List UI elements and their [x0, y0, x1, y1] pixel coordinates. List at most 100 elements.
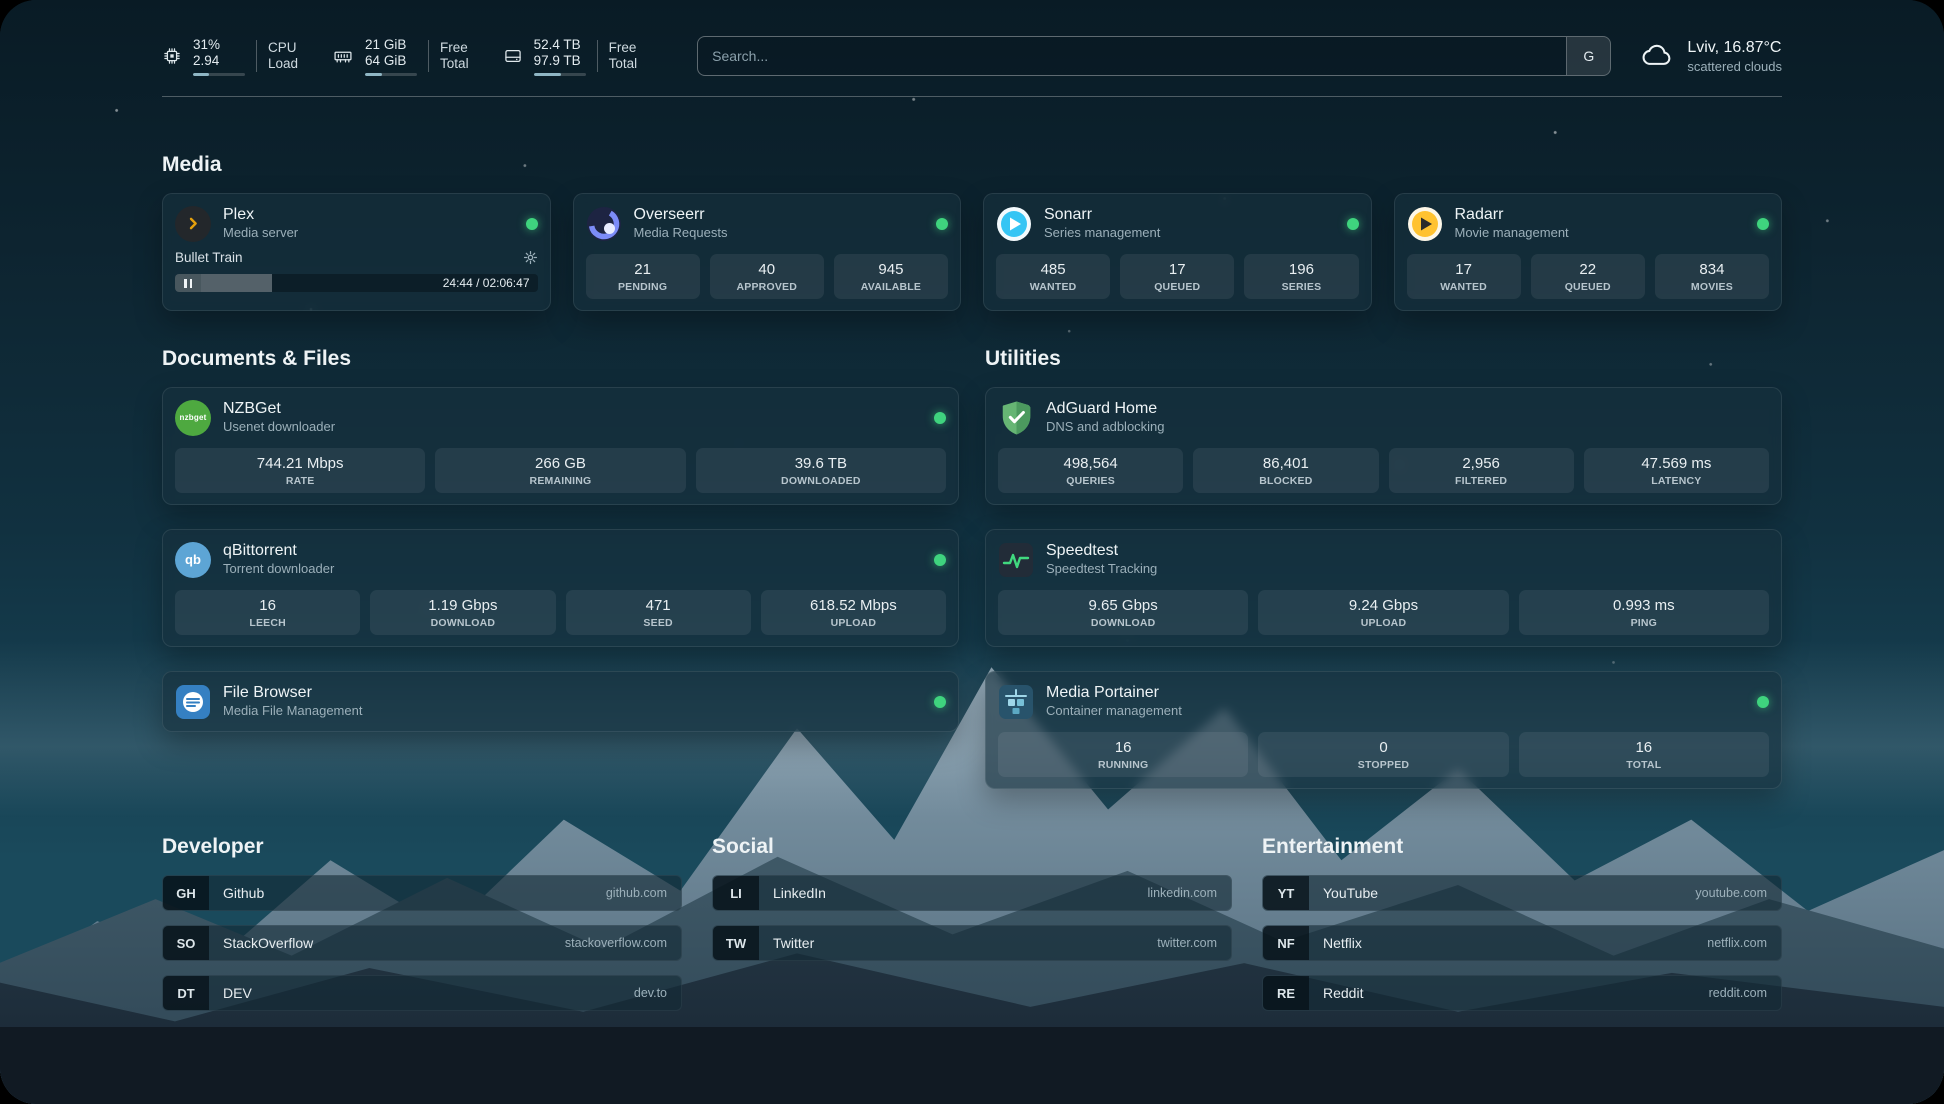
memory-total-value: 64 GiB: [365, 53, 417, 69]
disk-total-value: 97.9 TB: [534, 53, 586, 69]
section-title-media: Media: [162, 153, 1782, 177]
bookmark-group-developer: Developer GH Github github.com SO StackO…: [162, 835, 682, 1025]
filebrowser-card[interactable]: File Browser Media File Management: [162, 671, 959, 732]
service-name: AdGuard Home: [1046, 399, 1165, 418]
service-subtitle: Container management: [1046, 703, 1182, 720]
disk-free-value: 52.4 TB: [534, 37, 586, 53]
stat-download: 9.65 Gbps DOWNLOAD: [998, 590, 1248, 635]
status-dot-online: [1347, 218, 1359, 230]
stat-queued: 22 QUEUED: [1531, 254, 1645, 299]
bookmark-domain: linkedin.com: [1148, 886, 1217, 900]
nzbget-card[interactable]: nzbget NZBGet Usenet downloader 744.21 M…: [162, 387, 959, 505]
plex-icon: [175, 206, 211, 242]
service-subtitle: Usenet downloader: [223, 419, 335, 436]
memory-progress-bar: [365, 73, 417, 76]
bookmark-name: Reddit: [1323, 985, 1363, 1001]
dashboard-page: 31% 2.94 CPU Load 2: [0, 0, 1944, 1104]
nzbget-icon: nzbget: [175, 400, 211, 436]
adguard-card[interactable]: AdGuard Home DNS and adblocking 498,564 …: [985, 387, 1782, 505]
cpu-progress-bar: [193, 73, 245, 76]
memory-icon: [332, 46, 354, 66]
stat-blocked: 86,401 BLOCKED: [1193, 448, 1378, 493]
disk-label-top: Free: [609, 40, 638, 56]
memory-label-bottom: Total: [440, 56, 469, 72]
service-name: Media Portainer: [1046, 683, 1182, 702]
service-subtitle: Torrent downloader: [223, 561, 334, 578]
cpu-label-top: CPU: [268, 40, 298, 56]
bookmark-name: DEV: [223, 985, 252, 1001]
topbar-divider: [162, 96, 1782, 97]
service-subtitle: Series management: [1044, 225, 1160, 242]
playback-progress-fill: [201, 274, 272, 292]
stat-pending: 21 PENDING: [586, 254, 700, 299]
bookmark-name: Netflix: [1323, 935, 1362, 951]
service-name: NZBGet: [223, 399, 335, 418]
bookmark-abbr: TW: [713, 926, 759, 960]
gear-icon[interactable]: [523, 250, 538, 265]
bookmark-name: Twitter: [773, 935, 814, 951]
service-subtitle: Media server: [223, 225, 298, 242]
stat-latency: 47.569 ms LATENCY: [1584, 448, 1769, 493]
stat-upload: 618.52 Mbps UPLOAD: [761, 590, 946, 635]
stat-wanted: 485 WANTED: [996, 254, 1110, 299]
utilities-section: Utilities AdGuard Home DNS and: [985, 347, 1782, 789]
cpu-usage-value: 31%: [193, 37, 245, 53]
stat-running: 16 RUNNING: [998, 732, 1248, 777]
bookmark-abbr: RE: [1263, 976, 1309, 1010]
foreground-ridge: [0, 1027, 1944, 1104]
stat-seed: 471 SEED: [566, 590, 751, 635]
bookmark-youtube[interactable]: YT YouTube youtube.com: [1262, 875, 1782, 911]
stat-wanted: 17 WANTED: [1407, 254, 1521, 299]
stat-queries: 498,564 QUERIES: [998, 448, 1183, 493]
service-subtitle: Speedtest Tracking: [1046, 561, 1157, 578]
bookmark-reddit[interactable]: RE Reddit reddit.com: [1262, 975, 1782, 1011]
bookmark-github[interactable]: GH Github github.com: [162, 875, 682, 911]
speedtest-card[interactable]: Speedtest Speedtest Tracking 9.65 Gbps D…: [985, 529, 1782, 647]
bookmark-twitter[interactable]: TW Twitter twitter.com: [712, 925, 1232, 961]
overseerr-card[interactable]: Overseerr Media Requests 21 PENDING 40 A…: [573, 193, 962, 311]
service-name: Overseerr: [634, 205, 728, 224]
search-input[interactable]: [698, 37, 1566, 75]
service-name: Speedtest: [1046, 541, 1157, 560]
radarr-card[interactable]: Radarr Movie management 17 WANTED 22 QUE…: [1394, 193, 1783, 311]
stat-leech: 16 LEECH: [175, 590, 360, 635]
sonarr-card[interactable]: Sonarr Series management 485 WANTED 17 Q…: [983, 193, 1372, 311]
bookmark-abbr: YT: [1263, 876, 1309, 910]
media-section: Media Plex Media server Bullet: [162, 153, 1782, 311]
portainer-card[interactable]: Media Portainer Container management 16 …: [985, 671, 1782, 789]
bookmark-domain: twitter.com: [1157, 936, 1217, 950]
disk-progress-bar: [534, 73, 586, 76]
now-playing-title: Bullet Train: [175, 250, 243, 265]
pause-button[interactable]: [175, 274, 201, 292]
bookmark-domain: dev.to: [634, 986, 667, 1000]
portainer-icon: [998, 684, 1034, 720]
service-subtitle: Media Requests: [634, 225, 728, 242]
bookmark-domain: stackoverflow.com: [565, 936, 667, 950]
plex-card[interactable]: Plex Media server Bullet Train: [162, 193, 551, 311]
qbittorrent-card[interactable]: qb qBittorrent Torrent downloader 16 LEE…: [162, 529, 959, 647]
stat-filtered: 2,956 FILTERED: [1389, 448, 1574, 493]
search-provider-button[interactable]: G: [1566, 37, 1610, 75]
stat-total: 16 TOTAL: [1519, 732, 1769, 777]
playback-bar: 24:44 / 02:06:47: [175, 274, 538, 292]
bookmark-dev[interactable]: DT DEV dev.to: [162, 975, 682, 1011]
section-title-documents: Documents & Files: [162, 347, 959, 371]
cpu-chip-icon: [162, 46, 182, 66]
stat-approved: 40 APPROVED: [710, 254, 824, 299]
bookmark-stackoverflow[interactable]: SO StackOverflow stackoverflow.com: [162, 925, 682, 961]
bookmark-name: Github: [223, 885, 264, 901]
service-name: Radarr: [1455, 205, 1569, 224]
qbittorrent-icon: qb: [175, 542, 211, 578]
memory-widget: 21 GiB 64 GiB Free Total: [332, 37, 469, 76]
cpu-load-value: 2.94: [193, 53, 245, 69]
service-name: Sonarr: [1044, 205, 1160, 224]
bookmark-group-entertainment: Entertainment YT YouTube youtube.com NF …: [1262, 835, 1782, 1025]
section-title-entertainment: Entertainment: [1262, 835, 1782, 859]
bookmark-linkedin[interactable]: LI LinkedIn linkedin.com: [712, 875, 1232, 911]
speedtest-icon: [998, 542, 1034, 578]
stat-download: 1.19 Gbps DOWNLOAD: [370, 590, 555, 635]
bookmark-abbr: SO: [163, 926, 209, 960]
stat-stopped: 0 STOPPED: [1258, 732, 1508, 777]
service-subtitle: Media File Management: [223, 703, 362, 720]
bookmark-netflix[interactable]: NF Netflix netflix.com: [1262, 925, 1782, 961]
